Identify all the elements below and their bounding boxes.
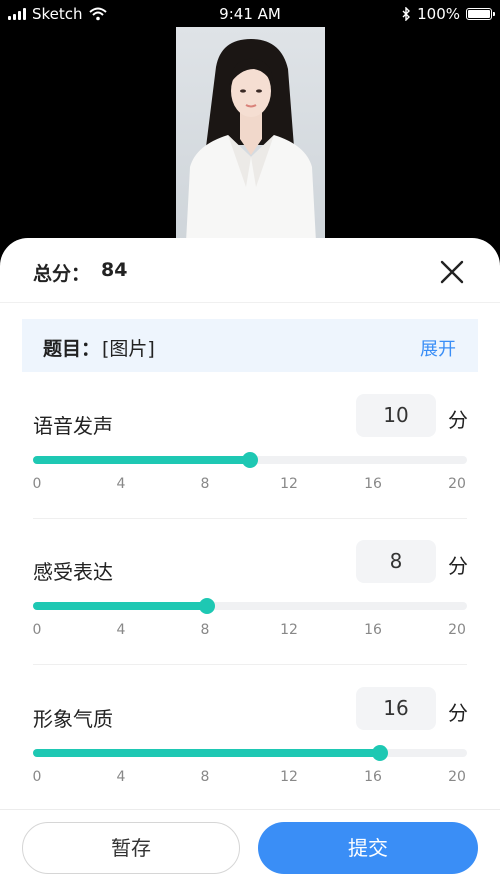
slider-ticks: 0 4 8 12 16 20 xyxy=(0,622,500,642)
slider-ticks: 0 4 8 12 16 20 xyxy=(0,476,500,496)
sheet-header: 总分： 84 xyxy=(0,238,500,303)
score-unit: 分 xyxy=(448,701,468,725)
portrait-illustration xyxy=(186,39,316,242)
score-input[interactable]: 16 xyxy=(356,687,436,730)
score-item-name: 形象气质 xyxy=(33,707,113,731)
score-item-name: 语音发声 xyxy=(33,414,113,438)
tick-label: 4 xyxy=(116,769,126,785)
slider-fill xyxy=(33,456,250,464)
item-divider xyxy=(33,664,467,665)
tick-label: 0 xyxy=(32,622,42,638)
slider-ticks: 0 4 8 12 16 20 xyxy=(0,769,500,789)
total-score-label: 总分： xyxy=(33,263,91,285)
tick-label: 0 xyxy=(32,476,42,492)
tick-label: 8 xyxy=(200,769,210,785)
battery-icon xyxy=(466,8,495,20)
tick-label: 0 xyxy=(32,769,42,785)
score-slider[interactable] xyxy=(33,452,467,468)
tick-label: 16 xyxy=(364,769,382,785)
tick-label: 12 xyxy=(280,476,298,492)
submit-button[interactable]: 提交 xyxy=(258,822,478,874)
total-score-value: 84 xyxy=(101,259,128,281)
slider-fill xyxy=(33,749,381,757)
tick-label: 8 xyxy=(200,476,210,492)
status-bar: Sketch 9:41 AM 100% xyxy=(0,0,500,30)
score-slider[interactable] xyxy=(33,598,467,614)
score-slider[interactable] xyxy=(33,745,467,761)
battery-percent: 100% xyxy=(417,5,460,23)
item-divider xyxy=(33,518,467,519)
topic-value: [图片] xyxy=(102,338,155,360)
slider-thumb[interactable] xyxy=(372,745,389,761)
score-input[interactable]: 8 xyxy=(356,540,436,583)
topic-bar: 题目： [图片] 展开 xyxy=(22,319,478,372)
tick-label: 20 xyxy=(448,769,466,785)
tick-label: 4 xyxy=(116,476,126,492)
score-unit: 分 xyxy=(448,554,468,578)
bluetooth-icon xyxy=(402,7,411,21)
tick-label: 8 xyxy=(200,622,210,638)
save-draft-button[interactable]: 暂存 xyxy=(22,822,240,874)
tick-label: 16 xyxy=(364,476,382,492)
action-footer: 暂存 提交 xyxy=(0,809,500,889)
tick-label: 12 xyxy=(280,769,298,785)
tick-label: 20 xyxy=(448,476,466,492)
status-right: 100% xyxy=(402,5,495,23)
score-item-name: 感受表达 xyxy=(33,560,113,584)
score-input[interactable]: 10 xyxy=(356,394,436,437)
score-item: 感受表达 8 分 0 4 8 12 16 20 xyxy=(0,540,500,686)
tick-label: 12 xyxy=(280,622,298,638)
slider-fill xyxy=(33,602,207,610)
score-item: 语音发声 10 分 0 4 8 12 16 20 xyxy=(0,394,500,540)
slider-thumb[interactable] xyxy=(198,598,215,614)
profile-photo xyxy=(176,27,325,242)
scoring-sheet: 总分： 84 题目： [图片] 展开 语音发声 10 分 0 4 8 12 16 20 感受表达 8… xyxy=(0,238,500,889)
tick-label: 4 xyxy=(116,622,126,638)
score-unit: 分 xyxy=(448,408,468,432)
slider-thumb[interactable] xyxy=(242,452,258,468)
close-icon[interactable] xyxy=(438,258,466,286)
tick-label: 20 xyxy=(448,622,466,638)
tick-label: 16 xyxy=(364,622,382,638)
expand-link[interactable]: 展开 xyxy=(420,335,456,361)
topic-label: 题目： xyxy=(43,338,101,360)
